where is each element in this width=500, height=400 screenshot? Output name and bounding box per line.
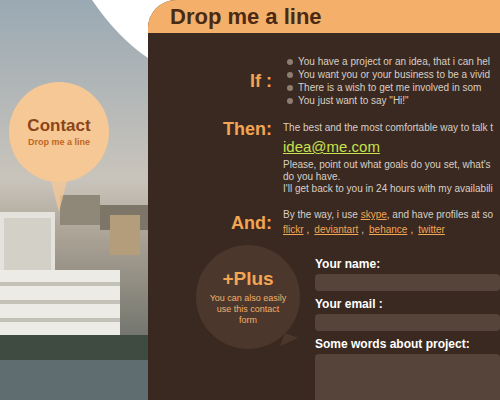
if-list: You have a project or an idea, that i ca… — [283, 55, 500, 107]
contact-badge: Contact Drop me a line — [9, 82, 109, 182]
then-section: Then: The best and the most comfortable … — [148, 122, 500, 195]
if-label: If : — [148, 71, 272, 91]
city-photo: Contact Drop me a line — [0, 0, 148, 400]
if-section: If : You have a project or an idea, that… — [148, 55, 500, 107]
profile-link[interactable]: twitter — [418, 224, 445, 235]
text-field[interactable] — [315, 314, 500, 331]
email-link[interactable]: idea@me.com — [283, 137, 380, 157]
and-line: By the way, i use skype, and have profil… — [283, 209, 500, 221]
contact-panel: Drop me a line If : You have a project o… — [148, 0, 500, 400]
if-item: You just want to say "Hi!" — [283, 94, 500, 107]
plus-bubble: +Plus You can also easily use this conta… — [196, 245, 300, 349]
bullet-icon — [287, 59, 293, 65]
then-line: do you have. — [283, 171, 500, 183]
profile-link[interactable]: deviantart — [314, 224, 358, 235]
link-separator: , — [410, 224, 413, 235]
plus-section: +Plus You can also easily use this conta… — [148, 245, 500, 400]
plus-text: You can also easily use this contact for… — [208, 293, 288, 326]
page: Contact Drop me a line Drop me a line If… — [0, 0, 500, 400]
bullet-icon — [287, 98, 293, 104]
contact-title: Contact — [27, 116, 90, 136]
and-section: And: By the way, i use skype, and have p… — [148, 209, 500, 237]
then-body: The best and the most comfortable way to… — [283, 122, 500, 195]
if-item: There is a wish to get me involved in so… — [283, 81, 500, 94]
and-text-after: , and have profiles at so — [387, 209, 493, 220]
link-separator: , — [307, 224, 310, 235]
then-intro: The best and the most comfortable way to… — [283, 122, 500, 134]
skype-link[interactable]: skype — [361, 209, 387, 220]
field-label: Your email : — [315, 297, 500, 311]
profile-link[interactable]: behance — [369, 224, 407, 235]
plus-title: +Plus — [222, 268, 273, 290]
email-row: idea@me.com — [283, 134, 500, 159]
contact-form: Your name: Your email : Some words about p… — [315, 245, 500, 400]
panel-header: Drop me a line — [148, 0, 500, 33]
bullet-icon — [287, 72, 293, 78]
and-body: By the way, i use skype, and have profil… — [283, 209, 500, 237]
if-item-text: You just want to say "Hi!" — [298, 95, 409, 107]
field-label: Some words about project: — [315, 337, 500, 351]
if-item-text: There is a wish to get me involved in so… — [298, 82, 481, 94]
if-item: You have a project or an idea, that i ca… — [283, 55, 500, 68]
text-field[interactable] — [315, 274, 500, 291]
if-item-text: You have a project or an idea, that i ca… — [298, 56, 490, 68]
link-separator: , — [361, 224, 364, 235]
city-photo-icon — [0, 0, 148, 400]
and-text-before: By the way, i use — [283, 209, 361, 220]
if-item-text: You want you or your business to be a vi… — [298, 69, 490, 81]
profile-links: flickr,deviantart,behance,twitter — [283, 223, 500, 237]
then-line: Please, point out what goals do you set,… — [283, 159, 500, 171]
if-item: You want you or your business to be a vi… — [283, 68, 500, 81]
then-line: I'll get back to you in 24 hours with my… — [283, 183, 500, 195]
field-label: Your name: — [315, 257, 500, 271]
profile-link[interactable]: flickr — [283, 224, 304, 235]
and-label: And: — [148, 213, 272, 233]
project-textarea[interactable] — [315, 354, 500, 400]
panel-title: Drop me a line — [170, 0, 322, 33]
bullet-icon — [287, 85, 293, 91]
contact-subtitle: Drop me a line — [28, 136, 90, 148]
then-label: Then: — [148, 119, 272, 139]
